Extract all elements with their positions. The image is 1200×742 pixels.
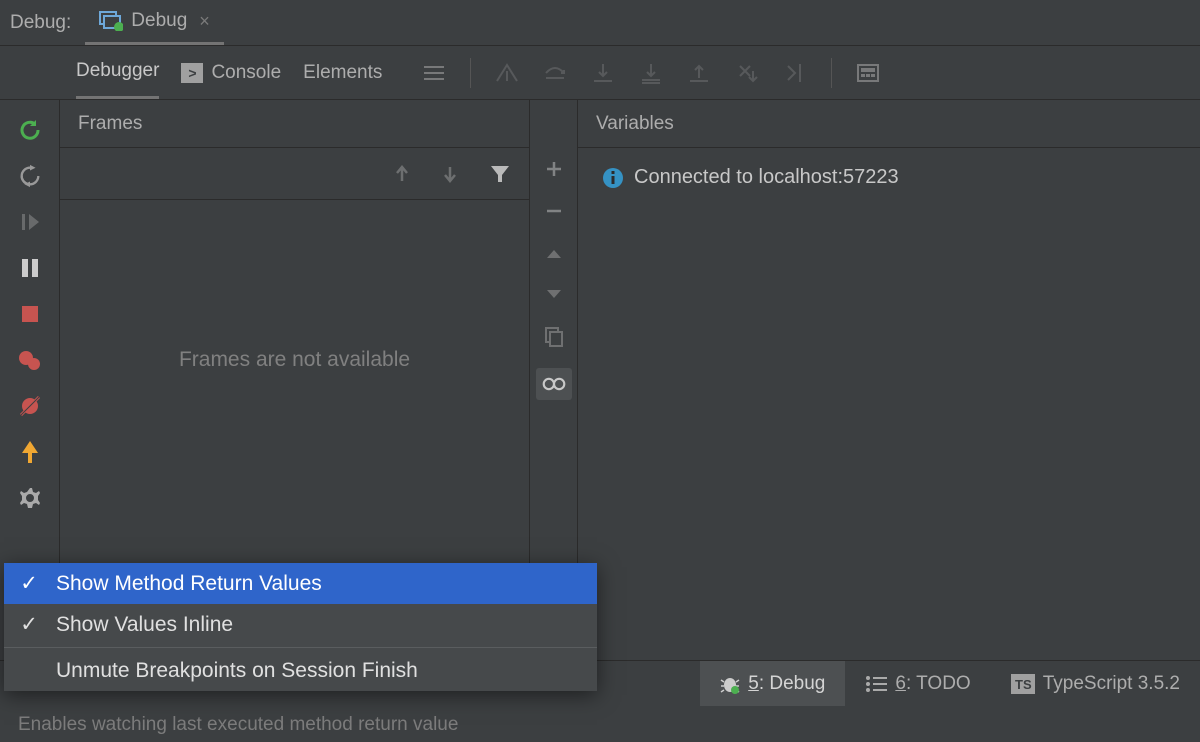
menu-show-return-values[interactable]: ✓ Show Method Return Values xyxy=(4,563,597,604)
frames-header: Frames xyxy=(60,100,529,148)
step-toolbar xyxy=(382,46,880,99)
force-return-icon[interactable] xyxy=(18,440,42,464)
show-watches-icon[interactable] xyxy=(536,368,572,400)
next-frame-icon[interactable] xyxy=(441,163,459,185)
step-over-icon[interactable] xyxy=(543,61,567,85)
new-watch-icon[interactable] xyxy=(543,158,565,180)
rerun-icon[interactable] xyxy=(18,118,42,142)
settings-context-menu: ✓ Show Method Return Values ✓ Show Value… xyxy=(4,563,597,691)
close-tab-icon[interactable]: × xyxy=(199,11,210,32)
mute-breakpoints-icon[interactable] xyxy=(18,394,42,418)
filter-icon[interactable] xyxy=(489,163,511,185)
debugger-subtabs: Debugger > Console Elements xyxy=(60,46,382,99)
variables-body: Connected to localhost:57223 xyxy=(578,148,1200,207)
variables-panel: Variables Connected to localhost:57223 xyxy=(578,100,1200,702)
list-icon xyxy=(865,675,887,693)
debugger-toolbar: Debugger > Console Elements xyxy=(0,46,1200,100)
remove-watch-icon[interactable] xyxy=(543,200,565,222)
variables-header: Variables xyxy=(578,100,1200,148)
menu-show-values-inline[interactable]: ✓ Show Values Inline xyxy=(4,604,597,645)
status-todo[interactable]: 6: TODO xyxy=(845,661,990,706)
debug-tab[interactable]: Debug × xyxy=(85,0,224,45)
check-icon: ✓ xyxy=(18,612,40,637)
pause-icon[interactable] xyxy=(18,256,42,280)
debug-run-icon xyxy=(99,9,123,33)
tab-debugger[interactable]: Debugger xyxy=(76,46,159,99)
frames-toolbar xyxy=(60,148,529,200)
stop-icon[interactable] xyxy=(18,302,42,326)
update-icon[interactable] xyxy=(18,164,42,188)
svg-text:TS: TS xyxy=(1015,677,1032,692)
typescript-icon: TS xyxy=(1011,674,1035,694)
bug-icon xyxy=(720,674,740,694)
tab-elements[interactable]: Elements xyxy=(303,46,382,99)
info-icon xyxy=(602,167,624,189)
debug-tab-label: Debug xyxy=(131,10,187,32)
settings-icon[interactable] xyxy=(18,486,42,510)
panel-title: Debug: xyxy=(0,12,85,34)
step-into-icon[interactable] xyxy=(591,61,615,85)
force-step-into-icon[interactable] xyxy=(639,61,663,85)
menu-separator xyxy=(4,647,597,648)
menu-unmute-breakpoints[interactable]: Unmute Breakpoints on Session Finish xyxy=(4,650,597,691)
move-down-icon[interactable] xyxy=(543,284,565,306)
console-icon: > xyxy=(181,63,203,83)
show-execution-point-icon[interactable] xyxy=(495,61,519,85)
check-icon: ✓ xyxy=(18,571,40,596)
connection-message: Connected to localhost:57223 xyxy=(634,166,899,189)
duplicate-watch-icon[interactable] xyxy=(543,326,565,348)
evaluate-expression-icon[interactable] xyxy=(856,61,880,85)
run-to-cursor-icon[interactable] xyxy=(783,61,807,85)
drop-frame-icon[interactable] xyxy=(735,61,759,85)
top-tab-bar: Debug: Debug × xyxy=(0,0,1200,46)
status-debug[interactable]: 5: Debug xyxy=(700,661,845,706)
view-breakpoints-icon[interactable] xyxy=(18,348,42,372)
move-up-icon[interactable] xyxy=(543,242,565,264)
prev-frame-icon[interactable] xyxy=(393,163,411,185)
resume-icon[interactable] xyxy=(18,210,42,234)
status-typescript[interactable]: TS TypeScript 3.5.2 xyxy=(991,661,1200,706)
step-out-icon[interactable] xyxy=(687,61,711,85)
tab-console[interactable]: > Console xyxy=(181,46,281,99)
status-hint: Enables watching last executed method re… xyxy=(18,714,458,736)
threads-icon[interactable] xyxy=(422,61,446,85)
